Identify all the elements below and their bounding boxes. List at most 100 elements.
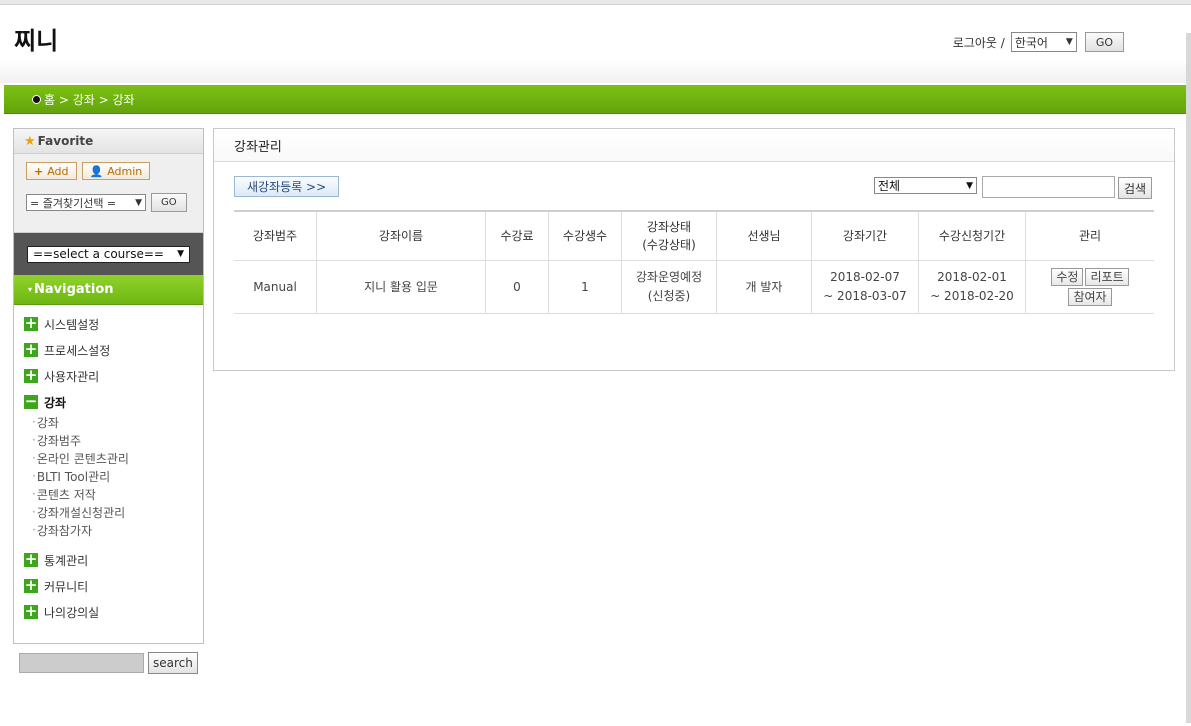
nav-item-label: 시스템설정 bbox=[44, 317, 100, 332]
nav-item-process-settings[interactable]: + 프로세스설정 bbox=[24, 337, 203, 363]
favorite-select-value: = 즐겨찾기선택 = bbox=[30, 196, 117, 210]
column-header: 선생님 bbox=[716, 210, 812, 261]
edit-button[interactable]: 수정 bbox=[1051, 268, 1084, 286]
column-header: 강좌범주 bbox=[234, 210, 317, 261]
apply-end: ~ 2018-02-20 bbox=[930, 289, 1014, 303]
admin-label: Admin bbox=[107, 164, 143, 178]
column-header: 수강생수 bbox=[548, 210, 622, 261]
favorite-title: Favorite bbox=[37, 134, 94, 148]
nav-item-user-management[interactable]: + 사용자관리 bbox=[24, 363, 203, 389]
course-search-input[interactable] bbox=[982, 176, 1115, 198]
add-favorite-label: Add bbox=[47, 164, 69, 178]
cell-category: Manual bbox=[234, 260, 317, 314]
nav-item-label: 커뮤니티 bbox=[44, 579, 89, 594]
expand-icon[interactable]: + bbox=[24, 578, 38, 593]
nav-item-my-classroom[interactable]: + 나의강의실 bbox=[24, 599, 203, 625]
cell-status: 강좌운영예정 (신청중) bbox=[621, 260, 717, 314]
navigation-list: + 시스템설정 + 프로세스설정 + 사용자관리 − 강좌 강좌 강좌범주 온라… bbox=[14, 305, 203, 625]
site-title[interactable]: 찌니 bbox=[14, 21, 58, 56]
sub-item-course-category[interactable]: 강좌범주 bbox=[32, 431, 203, 449]
language-select[interactable]: 한국어 ▼ bbox=[1010, 32, 1077, 52]
header-utility: 로그아웃 / 한국어 ▼ GO bbox=[953, 32, 1124, 52]
course-select-value: ==select a course== bbox=[33, 247, 164, 261]
logout-link[interactable]: 로그아웃 / bbox=[953, 34, 1005, 51]
language-select-value: 한국어 bbox=[1014, 35, 1048, 50]
expand-icon[interactable]: + bbox=[24, 342, 38, 357]
course-select-panel: ==select a course== ▼ bbox=[14, 233, 203, 275]
column-header: 관리 bbox=[1025, 210, 1154, 261]
breadcrumb: 홈 > 강좌 > 강좌 bbox=[4, 85, 1186, 114]
cell-teacher: 개 발자 bbox=[716, 260, 812, 314]
nav-item-label: 프로세스설정 bbox=[44, 343, 111, 358]
cell-apply-period: 2018-02-01 ~ 2018-02-20 bbox=[918, 260, 1026, 314]
navigation-title: Navigation bbox=[34, 282, 114, 297]
cell-course-name[interactable]: 지니 활용 입문 bbox=[316, 260, 486, 314]
chevron-down-icon: ▾ bbox=[28, 285, 33, 294]
column-header: 수강신청기간 bbox=[918, 210, 1026, 261]
navigation-header: ▾ Navigation bbox=[14, 275, 203, 305]
cell-students: 1 bbox=[548, 260, 622, 314]
chevron-down-icon: ▼ bbox=[1065, 37, 1073, 47]
chevron-down-icon: ▼ bbox=[177, 249, 184, 259]
expand-icon[interactable]: + bbox=[24, 368, 38, 383]
add-favorite-button[interactable]: + Add bbox=[26, 162, 77, 180]
expand-icon[interactable]: + bbox=[24, 552, 38, 567]
sub-item-blti-tool[interactable]: BLTI Tool관리 bbox=[32, 467, 203, 485]
admin-button[interactable]: 👤 Admin bbox=[81, 162, 151, 180]
user-icon: 👤 bbox=[89, 164, 104, 178]
main-panel: 강좌관리 새강좌등록 >> 전체 ▼ 검색 강좌범주 강좌이름 수강료 수강생수… bbox=[213, 128, 1175, 371]
favorite-go-button[interactable]: GO bbox=[151, 193, 187, 212]
favorite-header: ★ Favorite bbox=[14, 129, 203, 154]
cell-actions: 수정 리포트 참여자 bbox=[1025, 260, 1154, 314]
column-header-line: (수강상태) bbox=[642, 238, 696, 252]
course-sub-menu: 강좌 강좌범주 온라인 콘텐츠관리 BLTI Tool관리 콘텐츠 저작 강좌개… bbox=[24, 413, 203, 539]
header: 찌니 로그아웃 / 한국어 ▼ GO bbox=[0, 5, 1186, 83]
filter-select-value: 전체 bbox=[878, 179, 901, 193]
table-header-row: 강좌범주 강좌이름 수강료 수강생수 강좌상태 (수강상태) 선생님 강좌기간 … bbox=[234, 210, 1154, 261]
sidebar-search-input[interactable] bbox=[19, 653, 144, 673]
column-header: 강좌기간 bbox=[811, 210, 919, 261]
participants-button[interactable]: 참여자 bbox=[1068, 288, 1112, 306]
collapse-icon[interactable]: − bbox=[24, 394, 38, 409]
sidebar-search-button[interactable]: search bbox=[148, 652, 198, 674]
favorite-panel: + Add 👤 Admin = 즐겨찾기선택 = ▼ GO bbox=[14, 154, 203, 233]
chevron-down-icon: ▼ bbox=[135, 197, 142, 208]
nav-item-label: 통계관리 bbox=[44, 553, 89, 568]
sub-item-online-content[interactable]: 온라인 콘텐츠관리 bbox=[32, 449, 203, 467]
period-end: ~ 2018-03-07 bbox=[823, 289, 907, 303]
column-header: 수강료 bbox=[485, 210, 549, 261]
new-course-button[interactable]: 새강좌등록 >> bbox=[234, 176, 340, 197]
sub-item-content-authoring[interactable]: 콘텐츠 저작 bbox=[32, 485, 203, 503]
course-select[interactable]: ==select a course== ▼ bbox=[27, 245, 190, 263]
bullet-icon bbox=[32, 94, 41, 104]
report-button[interactable]: 리포트 bbox=[1085, 268, 1129, 286]
table-row: Manual 지니 활용 입문 0 1 강좌운영예정 (신청중) 개 발자 20… bbox=[234, 260, 1154, 314]
expand-icon[interactable]: + bbox=[24, 604, 38, 619]
cell-course-period: 2018-02-07 ~ 2018-03-07 bbox=[811, 260, 919, 314]
expand-icon[interactable]: + bbox=[24, 316, 38, 331]
sub-item-course[interactable]: 강좌 bbox=[32, 413, 203, 431]
nav-item-statistics[interactable]: + 통계관리 bbox=[24, 547, 203, 573]
filter-select[interactable]: 전체 ▼ bbox=[874, 177, 977, 194]
favorite-select[interactable]: = 즐겨찾기선택 = ▼ bbox=[26, 194, 146, 211]
chevron-down-icon: ▼ bbox=[966, 180, 973, 191]
sidebar: ★ Favorite + Add 👤 Admin = 즐겨찾기선택 = ▼ GO… bbox=[13, 128, 204, 644]
vertical-scrollbar[interactable] bbox=[1186, 33, 1191, 723]
page-title: 강좌관리 bbox=[214, 129, 1174, 162]
course-search-button[interactable]: 검색 bbox=[1118, 177, 1153, 199]
course-table: 강좌범주 강좌이름 수강료 수강생수 강좌상태 (수강상태) 선생님 강좌기간 … bbox=[234, 210, 1154, 314]
language-go-button[interactable]: GO bbox=[1084, 32, 1124, 52]
nav-item-course[interactable]: − 강좌 bbox=[24, 389, 203, 415]
star-icon: ★ bbox=[24, 133, 36, 149]
column-header-line: 강좌상태 bbox=[646, 220, 692, 234]
status-text: 강좌운영예정 bbox=[635, 270, 703, 284]
sub-item-course-open-request[interactable]: 강좌개설신청관리 bbox=[32, 503, 203, 521]
nav-item-system-settings[interactable]: + 시스템설정 bbox=[24, 311, 203, 337]
plus-icon: + bbox=[34, 164, 44, 178]
nav-item-label: 강좌 bbox=[44, 395, 67, 410]
column-header: 강좌이름 bbox=[316, 210, 486, 261]
column-header: 강좌상태 (수강상태) bbox=[621, 210, 717, 261]
nav-item-community[interactable]: + 커뮤니티 bbox=[24, 573, 203, 599]
breadcrumb-text[interactable]: 홈 > 강좌 > 강좌 bbox=[44, 91, 135, 108]
sub-item-course-participants[interactable]: 강좌참가자 bbox=[32, 521, 203, 539]
